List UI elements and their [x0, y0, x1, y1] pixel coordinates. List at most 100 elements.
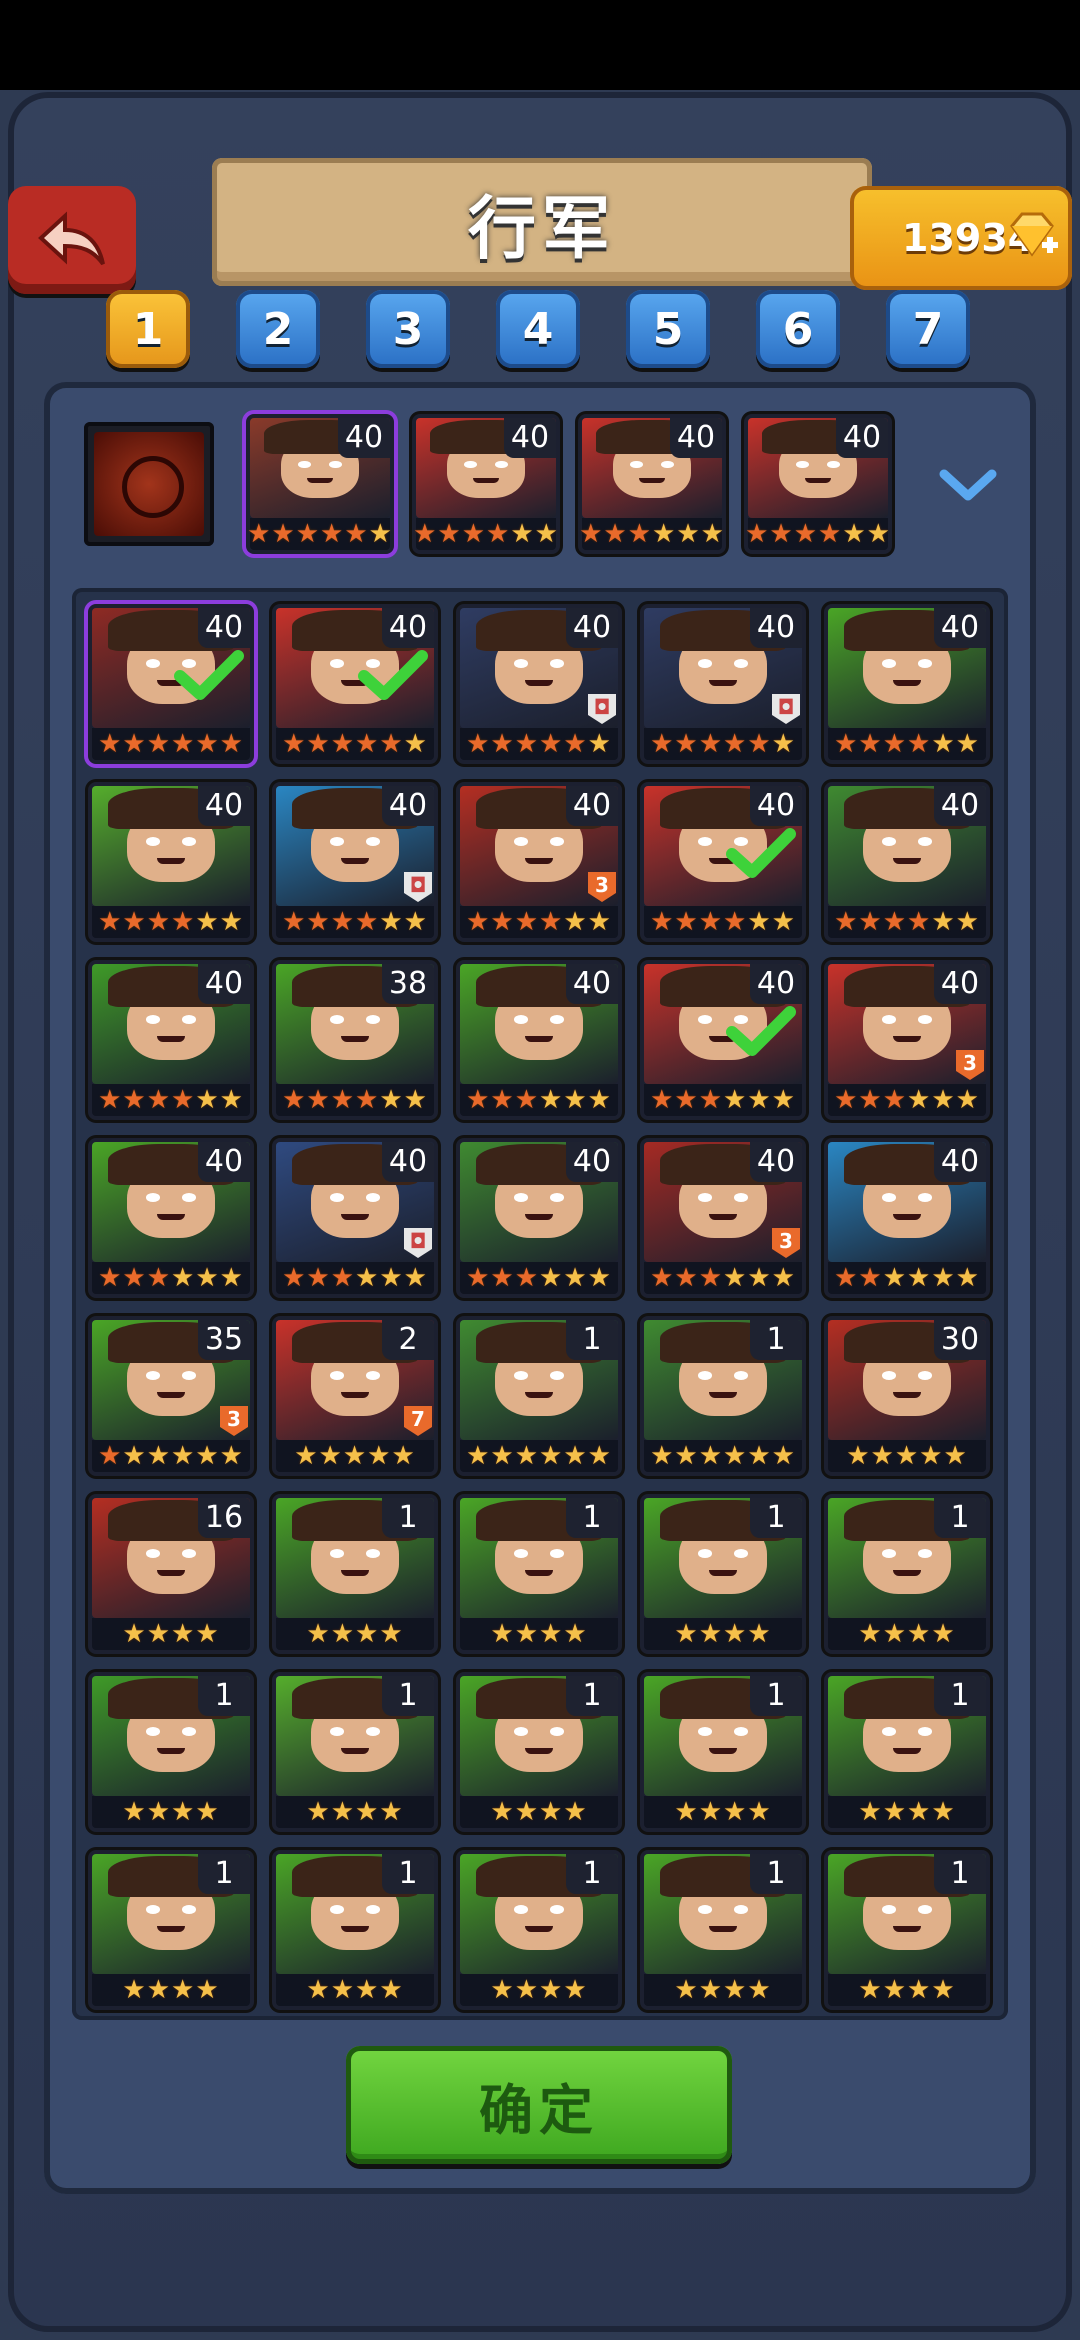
tab-team-4[interactable]: 4	[496, 290, 580, 368]
hero-card[interactable]: 40 ★ ★ ★ ★ ★ ★	[88, 604, 254, 764]
hero-level: 40	[382, 608, 434, 648]
hero-card[interactable]: 1 ★ ★ ★ ★	[824, 1672, 990, 1832]
hero-card[interactable]: 40 3 ★ ★ ★ ★ ★ ★	[824, 960, 990, 1120]
pet-slot-icon	[94, 432, 204, 536]
hero-card[interactable]: 1 ★ ★ ★ ★	[272, 1850, 438, 2010]
hero-level: 40	[750, 1142, 802, 1182]
hero-card[interactable]: 2 7 ★ ★ ★ ★ ★	[272, 1316, 438, 1476]
hero-level: 40	[934, 1142, 986, 1182]
star-rating: ★ ★ ★ ★ ★ ★	[745, 518, 891, 550]
hero-card[interactable]: 40 ★ ★ ★ ★ ★ ★	[824, 1138, 990, 1298]
hero-card[interactable]: 30 ★ ★ ★ ★ ★	[824, 1316, 990, 1476]
star-rating: ★ ★ ★ ★ ★	[828, 1440, 986, 1472]
hero-card[interactable]: 40 ★ ★ ★ ★ ★ ★	[456, 1138, 622, 1298]
tab-team-2[interactable]: 2	[236, 290, 320, 368]
tab-team-1[interactable]: 1	[106, 290, 190, 368]
hero-card[interactable]: 40 ★ ★ ★ ★ ★ ★	[456, 960, 622, 1120]
hero-card[interactable]: 40 3 ★ ★ ★ ★ ★ ★	[456, 782, 622, 942]
star-rating: ★ ★ ★ ★ ★ ★	[92, 1084, 250, 1116]
star-rating: ★ ★ ★ ★ ★ ★	[579, 518, 725, 550]
hero-card[interactable]: 16 ★ ★ ★ ★	[88, 1494, 254, 1654]
star-rating: ★ ★ ★ ★	[644, 1618, 802, 1650]
hero-level: 40	[750, 964, 802, 1004]
hero-card[interactable]: 40 ◘ ★ ★ ★ ★ ★ ★	[640, 604, 806, 764]
star-rating: ★ ★ ★ ★ ★ ★	[276, 728, 434, 760]
star-rating: ★ ★ ★ ★ ★ ★	[828, 1084, 986, 1116]
hero-card[interactable]: 1 ★ ★ ★ ★	[272, 1672, 438, 1832]
hero-level: 16	[198, 1498, 250, 1538]
hero-card[interactable]: 38 ★ ★ ★ ★ ★ ★	[272, 960, 438, 1120]
hero-card[interactable]: 40 ★ ★ ★ ★ ★ ★	[824, 604, 990, 764]
hero-level: 1	[934, 1498, 986, 1538]
pet-slot[interactable]	[84, 422, 214, 546]
star-rating: ★ ★ ★ ★ ★	[276, 1440, 434, 1472]
hero-level: 40	[198, 786, 250, 826]
tab-team-5[interactable]: 5	[626, 290, 710, 368]
gem-counter[interactable]: 13934	[850, 186, 1072, 290]
hero-card[interactable]: 40 3 ★ ★ ★ ★ ★ ★	[640, 1138, 806, 1298]
team-slot-3[interactable]: 40 ★ ★ ★ ★ ★ ★	[578, 414, 726, 554]
hero-card[interactable]: 40 ★ ★ ★ ★ ★ ★	[272, 604, 438, 764]
star-rating: ★ ★ ★ ★	[92, 1618, 250, 1650]
hero-card[interactable]: 35 3 ★ ★ ★ ★ ★ ★	[88, 1316, 254, 1476]
checkmark-icon	[174, 650, 244, 700]
tab-team-3[interactable]: 3	[366, 290, 450, 368]
chevron-down-icon[interactable]	[938, 466, 998, 506]
star-rating: ★ ★ ★ ★ ★ ★	[276, 1262, 434, 1294]
star-rating: ★ ★ ★ ★	[644, 1796, 802, 1828]
hero-level: 1	[382, 1854, 434, 1894]
star-rating: ★ ★ ★ ★ ★ ★	[92, 728, 250, 760]
star-rating: ★ ★ ★ ★ ★ ★	[644, 728, 802, 760]
hero-level: 40	[566, 608, 618, 648]
hero-card[interactable]: 40 ★ ★ ★ ★ ★ ★	[88, 1138, 254, 1298]
hero-level: 40	[566, 786, 618, 826]
team-slot-4[interactable]: 40 ★ ★ ★ ★ ★ ★	[744, 414, 892, 554]
hero-card[interactable]: 1 ★ ★ ★ ★	[272, 1494, 438, 1654]
hero-card[interactable]: 40 ★ ★ ★ ★ ★ ★	[640, 782, 806, 942]
hero-card[interactable]: 40 ★ ★ ★ ★ ★ ★	[88, 960, 254, 1120]
star-rating: ★ ★ ★ ★ ★ ★	[460, 728, 618, 760]
hero-card[interactable]: 1 ★ ★ ★ ★	[88, 1850, 254, 2010]
hero-level: 1	[198, 1854, 250, 1894]
hero-card[interactable]: 1 ★ ★ ★ ★	[88, 1672, 254, 1832]
hero-card[interactable]: 40 ★ ★ ★ ★ ★ ★	[88, 782, 254, 942]
hero-level: 1	[382, 1498, 434, 1538]
tab-team-7[interactable]: 7	[886, 290, 970, 368]
hero-card[interactable]: 40 ◘ ★ ★ ★ ★ ★ ★	[272, 782, 438, 942]
confirm-button[interactable]: 确定	[346, 2046, 732, 2164]
team-slot-1[interactable]: 40 ★ ★ ★ ★ ★ ★	[246, 414, 394, 554]
hero-level: 1	[750, 1854, 802, 1894]
star-rating: ★ ★ ★ ★ ★ ★	[644, 906, 802, 938]
hero-card[interactable]: 1 ★ ★ ★ ★	[456, 1850, 622, 2010]
hero-card[interactable]: 1 ★ ★ ★ ★	[456, 1672, 622, 1832]
star-rating: ★ ★ ★ ★ ★ ★	[644, 1262, 802, 1294]
star-rating: ★ ★ ★ ★ ★ ★	[247, 518, 393, 550]
hero-card[interactable]: 1 ★ ★ ★ ★	[824, 1850, 990, 2010]
hero-level: 40	[338, 418, 390, 458]
hero-card[interactable]: 1 ★ ★ ★ ★ ★ ★	[640, 1316, 806, 1476]
star-rating: ★ ★ ★ ★ ★ ★	[828, 728, 986, 760]
hero-level: 40	[198, 964, 250, 1004]
hero-level: 1	[566, 1320, 618, 1360]
hero-card[interactable]: 40 ★ ★ ★ ★ ★ ★	[824, 782, 990, 942]
hero-card[interactable]: 40 ◘ ★ ★ ★ ★ ★ ★	[456, 604, 622, 764]
hero-card[interactable]: 1 ★ ★ ★ ★ ★ ★	[456, 1316, 622, 1476]
checkmark-icon	[726, 828, 796, 878]
hero-card[interactable]: 1 ★ ★ ★ ★	[824, 1494, 990, 1654]
star-rating: ★ ★ ★ ★	[92, 1974, 250, 2006]
hero-card[interactable]: 1 ★ ★ ★ ★	[640, 1494, 806, 1654]
hero-card[interactable]: 1 ★ ★ ★ ★	[640, 1672, 806, 1832]
checkmark-icon	[358, 650, 428, 700]
hero-card[interactable]: 1 ★ ★ ★ ★	[456, 1494, 622, 1654]
star-rating: ★ ★ ★ ★ ★ ★	[460, 1084, 618, 1116]
team-slot-2[interactable]: 40 ★ ★ ★ ★ ★ ★	[412, 414, 560, 554]
back-arrow-icon	[38, 211, 105, 266]
hero-card[interactable]: 40 ★ ★ ★ ★ ★ ★	[640, 960, 806, 1120]
back-button[interactable]	[8, 186, 136, 294]
tab-team-6[interactable]: 6	[756, 290, 840, 368]
hero-level: 40	[198, 608, 250, 648]
hero-card[interactable]: 40 ◘ ★ ★ ★ ★ ★ ★	[272, 1138, 438, 1298]
title-banner: 行军	[212, 158, 872, 286]
star-rating: ★ ★ ★ ★	[276, 1974, 434, 2006]
hero-card[interactable]: 1 ★ ★ ★ ★	[640, 1850, 806, 2010]
